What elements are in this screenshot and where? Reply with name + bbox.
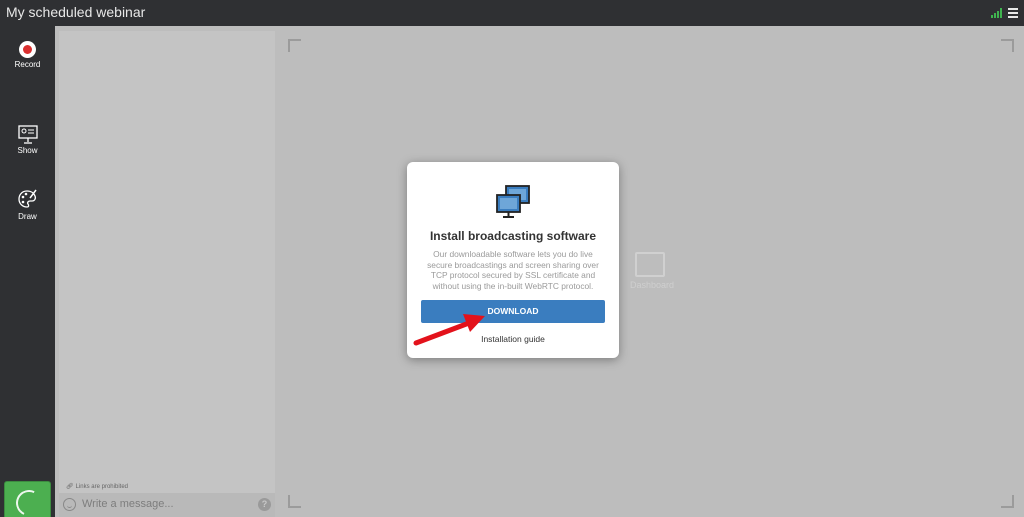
image-placeholder-icon — [635, 252, 665, 277]
frame-corner — [1001, 495, 1014, 508]
webinar-title: My scheduled webinar — [6, 4, 146, 20]
emoji-icon[interactable] — [63, 498, 76, 511]
record-label: Record — [14, 60, 41, 69]
frame-corner — [1001, 39, 1014, 52]
draw-label: Draw — [18, 212, 37, 221]
loading-spinner-icon — [12, 486, 46, 517]
frame-corner — [288, 495, 301, 508]
links-notice-text: Links are prohibited — [75, 484, 128, 490]
links-notice: 🔗︎ Links are prohibited — [66, 483, 128, 490]
presentation-stage: Dashboard — [275, 26, 1024, 517]
red-arrow-annotation — [413, 314, 485, 346]
top-bar: My scheduled webinar — [0, 0, 1024, 26]
record-button[interactable]: Record — [0, 41, 55, 69]
presentation-board-icon — [17, 125, 38, 144]
chat-input-bar: Write a message... ? — [59, 493, 275, 517]
left-toolbar: Record Show Draw — [0, 26, 55, 517]
chat-panel: 🔗︎ Links are prohibited Write a message..… — [59, 31, 275, 517]
dialog-title: Install broadcasting software — [429, 229, 597, 243]
link-icon: 🔗︎ — [66, 484, 74, 490]
draw-button[interactable]: Draw — [0, 188, 55, 221]
dialog-description: Our downloadable software lets you do li… — [427, 249, 599, 291]
show-label: Show — [17, 146, 38, 155]
help-icon[interactable]: ? — [258, 498, 271, 511]
frame-corner — [288, 39, 301, 52]
go-live-button[interactable] — [4, 481, 51, 517]
signal-bars-icon — [991, 8, 1003, 18]
dashboard-placeholder-label: Dashboard — [630, 280, 675, 290]
message-input[interactable]: Write a message... — [82, 498, 174, 510]
palette-brush-icon — [17, 189, 37, 208]
record-icon — [19, 41, 36, 58]
hamburger-menu-icon[interactable] — [1008, 8, 1018, 18]
show-button[interactable]: Show — [0, 124, 55, 155]
monitors-icon — [496, 185, 530, 218]
